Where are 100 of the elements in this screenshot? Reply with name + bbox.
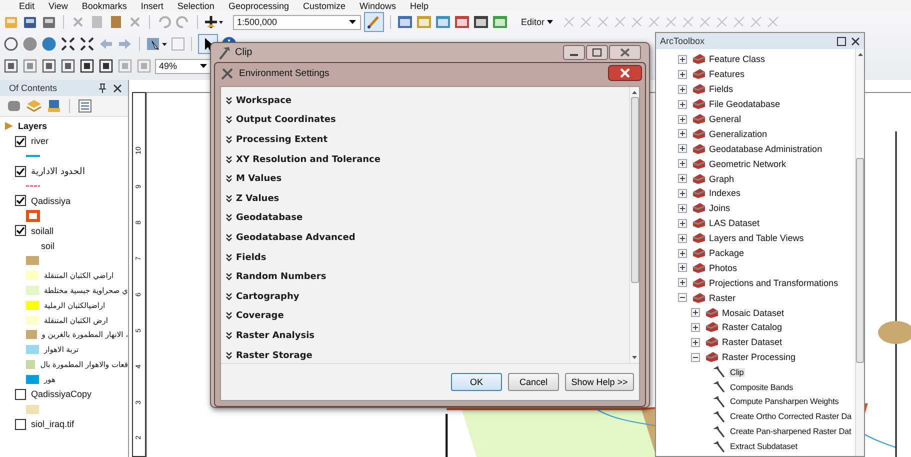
- menu-item[interactable]: Geoprocessing: [221, 1, 296, 11]
- settings-section-header[interactable]: Raster Analysis: [226, 326, 629, 346]
- scroll-down-icon[interactable]: [632, 356, 637, 359]
- toolset-item[interactable]: Photos: [709, 262, 738, 273]
- dialog-button[interactable]: Show Help >>: [565, 373, 634, 391]
- settings-section-header[interactable]: Fields: [226, 248, 629, 268]
- zoom-in-fixed-icon[interactable]: [60, 36, 76, 52]
- expand-toggle[interactable]: [678, 54, 687, 64]
- scrollbar[interactable]: [629, 87, 639, 363]
- settings-section-header[interactable]: Geodatabase Advanced: [226, 228, 629, 248]
- settings-section-header[interactable]: Raster Storage: [226, 346, 629, 366]
- layer-name[interactable]: soilall: [31, 226, 54, 236]
- expand-toggle[interactable]: [678, 293, 687, 302]
- close-icon[interactable]: [851, 36, 860, 46]
- expand-toggle[interactable]: [678, 263, 687, 272]
- settings-section-header[interactable]: M Values: [226, 169, 629, 189]
- expand-toggle[interactable]: [691, 322, 700, 332]
- expand-toggle[interactable]: [678, 84, 687, 94]
- toolset-item[interactable]: Feature Class: [709, 54, 766, 64]
- toolset-item[interactable]: Raster Processing: [722, 352, 796, 362]
- layer-checkbox[interactable]: [15, 166, 26, 177]
- zoom-page-icon[interactable]: [3, 58, 19, 74]
- pan-page-icon[interactable]: [22, 58, 38, 74]
- zoom-out-fixed-icon[interactable]: [79, 36, 95, 52]
- tool-item[interactable]: Clip: [729, 368, 745, 377]
- expand-toggle[interactable]: [691, 338, 700, 347]
- expand-toggle[interactable]: [691, 352, 700, 362]
- settings-section-header[interactable]: Z Values: [226, 188, 629, 209]
- expand-toggle[interactable]: [678, 278, 687, 288]
- editor-pencil-icon[interactable]: [364, 12, 384, 32]
- menu-item[interactable]: Customize: [296, 1, 352, 11]
- tool-item[interactable]: Extract Subdataset: [729, 442, 798, 452]
- toolset-item[interactable]: LAS Dataset: [709, 218, 760, 228]
- settings-section-header[interactable]: Processing Extent: [226, 130, 629, 150]
- select-features-icon[interactable]: [146, 36, 168, 52]
- toolset-item[interactable]: General: [709, 114, 742, 124]
- layer-name[interactable]: siol_iraq.tif: [31, 419, 74, 430]
- maximize-icon[interactable]: [837, 36, 846, 46]
- scale-dropdown[interactable]: 1:500,000: [233, 14, 361, 30]
- menu-item[interactable]: View: [42, 1, 75, 11]
- toolset-item[interactable]: Geodatabase Administration: [709, 144, 822, 154]
- actual-size-icon[interactable]: [60, 58, 76, 74]
- python-window-icon[interactable]: [473, 14, 489, 30]
- toolset-item[interactable]: Raster Catalog: [722, 322, 782, 332]
- print-icon[interactable]: [41, 14, 57, 30]
- layer-checkbox[interactable]: [15, 136, 26, 147]
- tool-item[interactable]: Create Pan-sharpened Raster Dat: [729, 427, 852, 436]
- layer-checkbox[interactable]: [15, 418, 26, 430]
- scrollbar[interactable]: [855, 49, 864, 456]
- scroll-up-icon[interactable]: [632, 91, 637, 94]
- drawing-order-icon[interactable]: [7, 99, 21, 113]
- layer-checkbox[interactable]: [15, 195, 26, 206]
- zoom-in-page-icon[interactable]: [79, 58, 95, 74]
- toolset-item[interactable]: Geometric Network: [709, 158, 786, 169]
- minimize-button[interactable]: [563, 45, 585, 60]
- zoom-dropdown[interactable]: 49%: [155, 58, 212, 74]
- tool-item[interactable]: Compute Pansharpen Weights: [729, 397, 840, 406]
- menu-item[interactable]: Windows: [352, 1, 404, 11]
- editor-menu[interactable]: Editor: [521, 17, 553, 27]
- toolset-item[interactable]: Layers and Table Views: [709, 233, 804, 244]
- toolset-item[interactable]: Fields: [709, 84, 734, 94]
- settings-section-header[interactable]: Geodatabase: [226, 208, 629, 228]
- layers-stack-icon[interactable]: [26, 99, 42, 113]
- settings-section-header[interactable]: Coverage: [226, 306, 629, 326]
- layer-name[interactable]: QadissiyaCopy: [31, 389, 92, 400]
- layer-name[interactable]: river: [31, 136, 48, 146]
- scroll-up-icon[interactable]: [858, 53, 862, 56]
- expand-toggle[interactable]: [678, 129, 687, 138]
- expand-toggle[interactable]: [678, 174, 687, 184]
- toolset-item[interactable]: File Geodatabase: [709, 99, 780, 110]
- layer-checkbox[interactable]: [15, 225, 26, 236]
- settings-section-header[interactable]: Cartography: [226, 286, 629, 307]
- close-button[interactable]: [608, 65, 642, 81]
- search-window-icon[interactable]: [435, 14, 451, 30]
- expand-toggle[interactable]: [691, 308, 700, 318]
- expand-toggle[interactable]: [678, 70, 687, 79]
- expand-toggle[interactable]: [678, 218, 687, 228]
- layer-name[interactable]: الحدود الادارية: [31, 166, 86, 176]
- toolset-item[interactable]: Indexes: [709, 188, 741, 198]
- table-icon[interactable]: [397, 14, 413, 30]
- toolset-item[interactable]: Mosaic Dataset: [722, 308, 784, 318]
- toolset-item[interactable]: Graph: [709, 174, 734, 184]
- layer-name[interactable]: Qadissiya: [31, 196, 71, 206]
- add-data-icon[interactable]: [204, 14, 224, 30]
- close-icon[interactable]: [113, 84, 122, 92]
- globe-icon[interactable]: [41, 36, 57, 52]
- expand-toggle[interactable]: [678, 204, 687, 213]
- pin-icon[interactable]: [98, 83, 107, 93]
- toolset-item[interactable]: Projections and Transformations: [709, 278, 838, 288]
- settings-section-header[interactable]: XY Resolution and Tolerance: [226, 150, 629, 170]
- menu-item[interactable]: Insert: [134, 1, 170, 11]
- menu-item[interactable]: Bookmarks: [74, 1, 134, 11]
- menu-item[interactable]: Edit: [12, 1, 42, 11]
- dialog-button[interactable]: OK: [451, 373, 502, 391]
- tool-item[interactable]: Composite Bands: [729, 382, 794, 392]
- zoom-out-page-icon[interactable]: [98, 58, 114, 74]
- toolset-item[interactable]: Generalization: [709, 128, 768, 139]
- toolset-item[interactable]: Raster Dataset: [722, 337, 782, 348]
- expand-toggle[interactable]: [678, 234, 687, 243]
- expand-toggle[interactable]: [678, 114, 687, 124]
